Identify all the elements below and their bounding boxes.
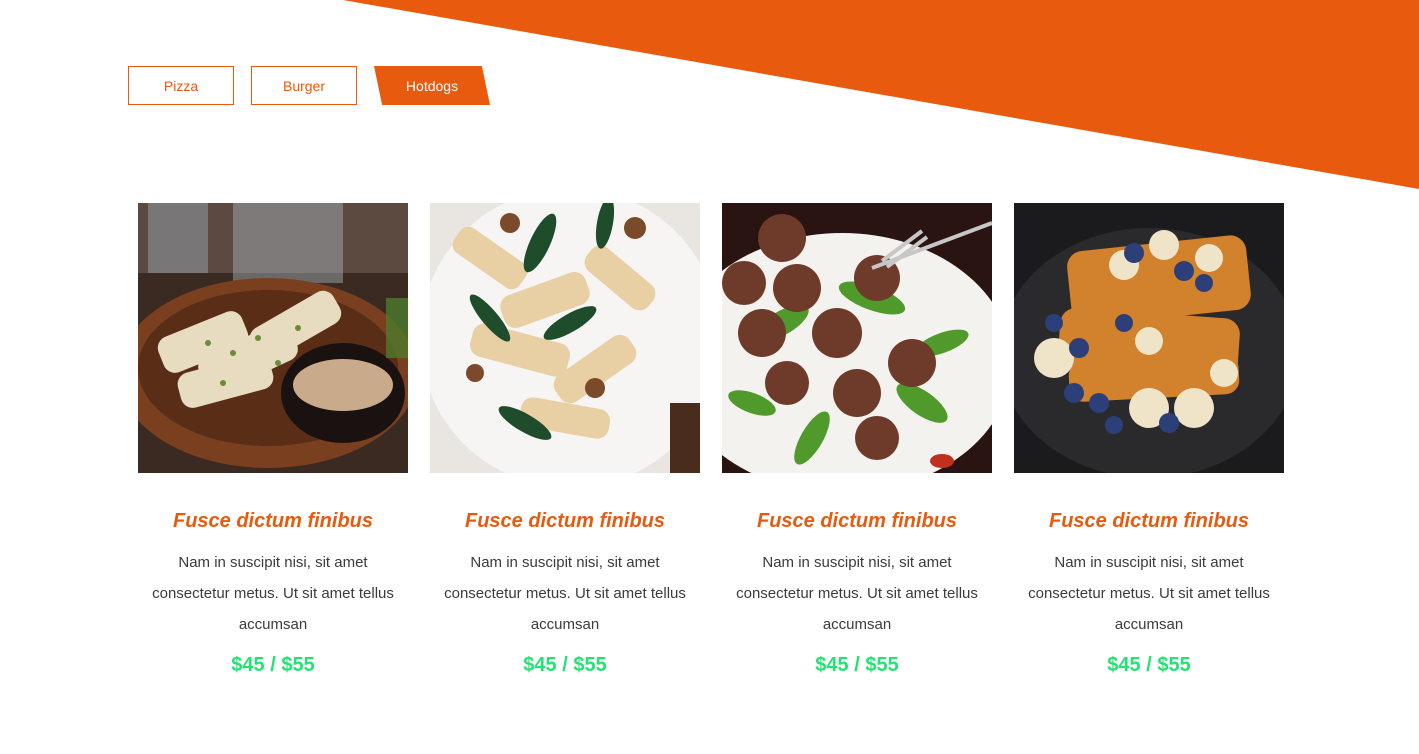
card-title[interactable]: Fusce dictum finibus	[1049, 509, 1249, 533]
menu-card: Fusce dictum finibus Nam in suscipit nis…	[138, 203, 408, 703]
tab-hotdogs[interactable]: Hotdogs	[374, 66, 490, 105]
food-photo-pasta[interactable]	[430, 203, 700, 473]
card-description: Nam in suscipit nisi, sit amet consectet…	[1028, 554, 1270, 633]
card-price: $45 / $55	[815, 654, 899, 676]
card-title[interactable]: Fusce dictum finibus	[465, 509, 665, 533]
food-photo-french-toast[interactable]	[1014, 203, 1284, 473]
tab-burger-label: Burger	[282, 77, 326, 94]
category-tabs: Pizza Burger Hotdogs	[128, 66, 490, 105]
card-title[interactable]: Fusce dictum finibus	[757, 509, 957, 533]
menu-card: Fusce dictum finibus Nam in suscipit nis…	[430, 203, 700, 703]
card-price: $45 / $55	[1107, 654, 1191, 676]
card-description: Nam in suscipit nisi, sit amet consectet…	[736, 554, 978, 633]
menu-grid: Fusce dictum finibus Nam in suscipit nis…	[138, 203, 1284, 703]
tab-pizza-label: Pizza	[163, 77, 199, 94]
page: Pizza Burger Hotdogs Fusce dictum finibu…	[0, 0, 1419, 754]
card-price: $45 / $55	[231, 654, 315, 676]
tab-burger[interactable]: Burger	[251, 66, 357, 105]
menu-card: Fusce dictum finibus Nam in suscipit nis…	[722, 203, 992, 703]
tab-hotdogs-label: Hotdogs	[405, 77, 459, 94]
card-description: Nam in suscipit nisi, sit amet consectet…	[444, 554, 686, 633]
card-title[interactable]: Fusce dictum finibus	[173, 509, 373, 533]
tab-pizza[interactable]: Pizza	[128, 66, 234, 105]
card-price: $45 / $55	[523, 654, 607, 676]
food-photo-meatballs[interactable]	[722, 203, 992, 473]
card-description: Nam in suscipit nisi, sit amet consectet…	[152, 554, 394, 633]
menu-card: Fusce dictum finibus Nam in suscipit nis…	[1014, 203, 1284, 703]
food-photo-grilled-squid[interactable]	[138, 203, 408, 473]
